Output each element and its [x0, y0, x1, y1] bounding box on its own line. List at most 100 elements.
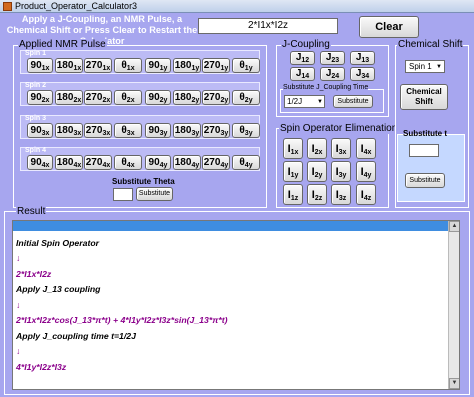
result-line: ↓ [16, 346, 21, 356]
pulse-button-90-3y[interactable]: 903y [145, 123, 171, 138]
spin-operator-button-2y[interactable]: I2y [307, 161, 327, 182]
pulse-button-90-1y[interactable]: 901y [145, 58, 171, 73]
scroll-down-arrow-icon[interactable]: ▼ [449, 378, 459, 389]
scroll-up-arrow-icon[interactable]: ▲ [449, 221, 459, 232]
j-time-select[interactable]: 1/2J ▼ [284, 95, 325, 108]
j-coupling-button-13[interactable]: J13 [350, 51, 375, 65]
spin-operator-button-1z-subscript: 1z [290, 195, 299, 202]
spin-operator-button-1z[interactable]: I1z [283, 184, 303, 205]
window-title: Product_Operator_Calculator3 [15, 1, 138, 11]
pulse-button-theta-4y[interactable]: θ4y [232, 155, 260, 170]
j-coupling-button-34[interactable]: J34 [350, 67, 375, 81]
pulse-button-270-3x[interactable]: 2703x [84, 123, 112, 138]
pulse-button-90-2y[interactable]: 902y [145, 90, 171, 105]
chemical-shift-title: Chemical Shift [397, 39, 464, 50]
pulse-button-270-2x[interactable]: 2702x [84, 90, 112, 105]
pulse-button-theta-3x[interactable]: θ3x [114, 123, 142, 138]
pulse-button-270-4x-symbol: 270 [85, 157, 103, 168]
chemical-shift-button[interactable]: Chemical Shift [400, 84, 448, 110]
pulse-button-180-4x[interactable]: 1804x [55, 155, 83, 170]
spin-operator-button-2z[interactable]: I2z [307, 184, 327, 205]
pulse-button-theta-1x[interactable]: θ1x [114, 58, 142, 73]
pulse-button-90-1y-subscript: 1y [159, 65, 168, 72]
j-coupling-title: J-Coupling [281, 39, 331, 50]
substitute-j-time-title: Substitute J_Coupling Time [283, 84, 369, 91]
pulse-button-180-1x[interactable]: 1801x [55, 58, 83, 73]
spin-operator-button-1y[interactable]: I1y [283, 161, 303, 182]
pulse-button-270-3y-symbol: 270 [203, 125, 221, 136]
spin-operator-button-1x[interactable]: I1x [283, 138, 303, 159]
pulse-button-90-2x[interactable]: 902x [27, 90, 53, 105]
pulse-button-180-4y[interactable]: 1804y [173, 155, 201, 170]
pulse-button-270-1x[interactable]: 2701x [84, 58, 112, 73]
pulse-button-theta-3y[interactable]: θ3y [232, 123, 260, 138]
spin-operator-button-4y[interactable]: I4y [356, 161, 376, 182]
pulse-button-theta-3y-subscript: 3y [244, 130, 253, 137]
pulse-button-theta-1y[interactable]: θ1y [232, 58, 260, 73]
spin-operator-button-4z[interactable]: I4z [356, 184, 376, 205]
pulse-button-90-2x-subscript: 2x [41, 97, 50, 104]
spin-operator-button-4x[interactable]: I4x [356, 138, 376, 159]
j-coupling-button-24[interactable]: J24 [320, 67, 345, 81]
pulse-button-180-3y[interactable]: 1803y [173, 123, 201, 138]
substitute-theta-label: Substitute Theta [112, 177, 175, 186]
substitute-j-time-button[interactable]: Substitute [333, 95, 373, 108]
substitute-theta-button[interactable]: Substitute [136, 187, 173, 201]
pulse-button-270-3x-symbol: 270 [85, 125, 103, 136]
spin-operator-button-3z[interactable]: I3z [331, 184, 351, 205]
pulse-button-90-3x[interactable]: 903x [27, 123, 53, 138]
expression-display[interactable]: 2*I1x*I2z [198, 18, 338, 34]
result-line: Apply J_13 coupling [16, 284, 101, 294]
pulse-button-270-1y-subscript: 1y [220, 65, 229, 72]
pulse-button-theta-2x-subscript: 2x [126, 97, 135, 104]
pulse-button-270-2y-symbol: 270 [203, 92, 221, 103]
clear-button[interactable]: Clear [359, 16, 419, 38]
pulse-button-270-1y[interactable]: 2701y [202, 58, 230, 73]
chevron-down-icon: ▼ [436, 64, 442, 70]
spin-select[interactable]: Spin 1 ▼ [405, 60, 445, 73]
pulse-button-90-4x[interactable]: 904x [27, 155, 53, 170]
pulse-button-90-2y-symbol: 90 [148, 92, 160, 103]
pulse-button-270-4x[interactable]: 2704x [84, 155, 112, 170]
pulse-button-270-3x-subscript: 3x [102, 130, 111, 137]
substitute-t-input[interactable] [409, 144, 439, 157]
pulse-button-270-3y[interactable]: 2703y [202, 123, 230, 138]
spin-operator-button-3y[interactable]: I3y [331, 161, 351, 182]
result-list[interactable]: Initial Spin Operator ↓ 2*I1x*I2z Apply J_1… [12, 220, 460, 390]
pulse-button-theta-4x[interactable]: θ4x [114, 155, 142, 170]
spin-operator-button-3z-subscript: 3z [338, 195, 347, 202]
result-selected-row[interactable] [13, 221, 449, 231]
substitute-theta-input[interactable] [113, 188, 133, 201]
spin-operator-button-2x[interactable]: I2x [307, 138, 327, 159]
pulse-button-180-3x[interactable]: 1803x [55, 123, 83, 138]
pulse-button-270-4y[interactable]: 2704y [202, 155, 230, 170]
pulse-button-270-1y-symbol: 270 [203, 60, 221, 71]
pulse-button-90-4x-subscript: 4x [41, 162, 50, 169]
pulse-button-90-1x[interactable]: 901x [27, 58, 53, 73]
j-coupling-button-12[interactable]: J12 [290, 51, 315, 65]
substitute-t-button[interactable]: Substitute [405, 173, 445, 188]
j-coupling-button-23[interactable]: J23 [320, 51, 345, 65]
nmr-pulse-title: Applied NMR Pulse [18, 39, 107, 50]
j-coupling-button-23-subscript: 23 [331, 57, 340, 64]
pulse-button-180-2y[interactable]: 1802y [173, 90, 201, 105]
result-scrollbar[interactable]: ▲ ▼ [448, 221, 459, 389]
pulse-button-theta-4x-subscript: 4x [126, 162, 135, 169]
pulse-button-270-1x-subscript: 1x [102, 65, 111, 72]
pulse-button-180-3y-symbol: 180 [174, 125, 192, 136]
spin-operator-button-3x[interactable]: I3x [331, 138, 351, 159]
pulse-button-theta-2y[interactable]: θ2y [232, 90, 260, 105]
pulse-button-270-1x-symbol: 270 [85, 60, 103, 71]
matlab-figure-icon [3, 2, 12, 11]
pulse-button-90-4y[interactable]: 904y [145, 155, 171, 170]
pulse-button-180-2x-subscript: 2x [73, 97, 82, 104]
pulse-button-theta-2x[interactable]: θ2x [114, 90, 142, 105]
pulse-button-180-2x[interactable]: 1802x [55, 90, 83, 105]
pulse-button-270-2y[interactable]: 2702y [202, 90, 230, 105]
title-bar: Product_Operator_Calculator3 [0, 0, 474, 13]
result-line: 4*I1y*I2z*I3z [16, 361, 67, 372]
j-coupling-button-14[interactable]: J14 [290, 67, 315, 81]
spin-operator-button-2x-subscript: 2x [314, 149, 323, 156]
pulse-button-180-1y[interactable]: 1801y [173, 58, 201, 73]
pulse-button-270-3y-subscript: 3y [220, 130, 229, 137]
